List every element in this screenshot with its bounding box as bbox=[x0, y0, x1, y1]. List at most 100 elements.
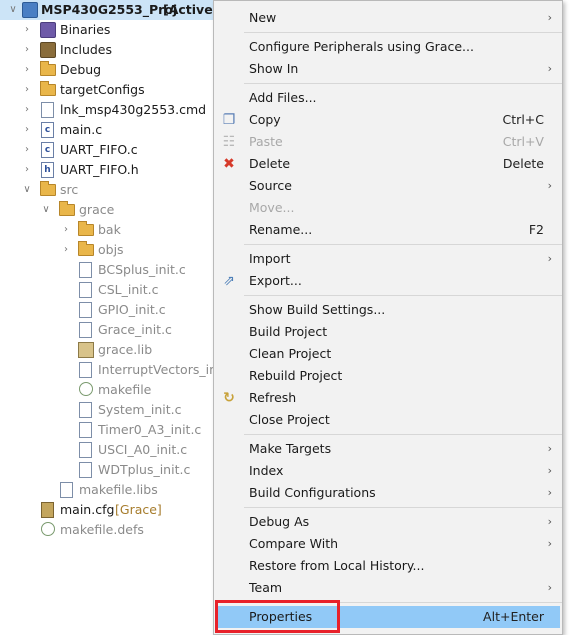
tree-item-label: main.c bbox=[60, 122, 103, 137]
menu-item-copy[interactable]: ❐ Copy Ctrl+C bbox=[216, 109, 560, 131]
submenu-arrow-icon: › bbox=[547, 442, 552, 455]
menu-item-configure-peripherals[interactable]: Configure Peripherals using Grace... bbox=[216, 36, 560, 58]
menu-item-close-project[interactable]: Close Project bbox=[216, 409, 560, 431]
menu-separator bbox=[244, 295, 562, 296]
menu-item-label: Source bbox=[249, 178, 292, 193]
menu-item-label: Delete bbox=[249, 156, 291, 171]
menu-item-restore-local-history[interactable]: Restore from Local History... bbox=[216, 555, 560, 577]
menu-item-compare-with[interactable]: Compare With › bbox=[216, 533, 560, 555]
submenu-arrow-icon: › bbox=[547, 486, 552, 499]
menu-item-label: Build Configurations bbox=[249, 485, 376, 500]
tree-item-label: main.cfg bbox=[60, 502, 115, 517]
menu-item-label: Build Project bbox=[249, 324, 328, 339]
tree-item-decoration: [Grace] bbox=[115, 502, 162, 517]
menu-item-debug-as[interactable]: Debug As › bbox=[216, 511, 560, 533]
tree-item-label: objs bbox=[98, 242, 124, 257]
menu-item-label: Copy bbox=[249, 112, 281, 127]
menu-item-delete[interactable]: ✖ Delete Delete bbox=[216, 153, 560, 175]
c-source-file-icon bbox=[79, 462, 92, 478]
menu-item-paste[interactable]: ☷ Paste Ctrl+V bbox=[216, 131, 560, 153]
menu-item-refresh[interactable]: ↻ Refresh bbox=[216, 387, 560, 409]
tree-item-label: makefile.libs bbox=[79, 482, 158, 497]
submenu-arrow-icon: › bbox=[547, 581, 552, 594]
file-icon bbox=[41, 102, 54, 118]
library-file-icon bbox=[78, 342, 94, 358]
menu-item-export[interactable]: ⇗ Export... bbox=[216, 270, 560, 292]
menu-item-add-files[interactable]: Add Files... bbox=[216, 87, 560, 109]
c-source-file-icon bbox=[79, 262, 92, 278]
tree-item-label: Grace_init.c bbox=[98, 322, 172, 337]
paste-icon: ☷ bbox=[222, 134, 236, 150]
submenu-arrow-icon: › bbox=[547, 515, 552, 528]
c-source-file-icon bbox=[79, 362, 92, 378]
menu-separator bbox=[244, 244, 562, 245]
tree-item-label: bak bbox=[98, 222, 121, 237]
menu-item-label: Export... bbox=[249, 273, 302, 288]
chevron-right-icon[interactable]: › bbox=[61, 240, 71, 260]
c-source-file-icon bbox=[79, 322, 92, 338]
menu-item-rename[interactable]: Rename... F2 bbox=[216, 219, 560, 241]
chevron-right-icon[interactable]: › bbox=[22, 120, 32, 140]
tree-item-label: src bbox=[60, 182, 79, 197]
tree-item-label: makefile bbox=[98, 382, 152, 397]
chevron-right-icon[interactable]: › bbox=[22, 160, 32, 180]
tree-item-label: UART_FIFO.c bbox=[60, 142, 138, 157]
submenu-arrow-icon: › bbox=[547, 62, 552, 75]
c-source-file-icon bbox=[79, 282, 92, 298]
menu-item-label: Paste bbox=[249, 134, 283, 149]
chevron-right-icon[interactable]: › bbox=[22, 100, 32, 120]
menu-item-build-configurations[interactable]: Build Configurations › bbox=[216, 482, 560, 504]
tree-item-label: Debug bbox=[60, 62, 102, 77]
tree-item-label: Timer0_A3_init.c bbox=[98, 422, 202, 437]
makefile-icon bbox=[79, 382, 93, 396]
menu-separator bbox=[244, 83, 562, 84]
menu-item-label: Make Targets bbox=[249, 441, 332, 456]
delete-icon: ✖ bbox=[223, 156, 235, 172]
menu-item-label: Configure Peripherals using Grace... bbox=[249, 39, 474, 54]
chevron-right-icon[interactable]: › bbox=[22, 80, 32, 100]
tree-item-project[interactable]: ∨ MSP430G2553_Proj [Active - bbox=[0, 0, 240, 20]
menu-item-index[interactable]: Index › bbox=[216, 460, 560, 482]
tree-item-label: makefile.defs bbox=[60, 522, 144, 537]
tree-item-label: Binaries bbox=[60, 22, 111, 37]
menu-item-source[interactable]: Source › bbox=[216, 175, 560, 197]
menu-item-show-in[interactable]: Show In › bbox=[216, 58, 560, 80]
chevron-right-icon[interactable]: › bbox=[22, 20, 32, 40]
menu-separator bbox=[244, 507, 562, 508]
folder-icon bbox=[40, 181, 56, 196]
menu-item-label: Index bbox=[249, 463, 284, 478]
menu-item-make-targets[interactable]: Make Targets › bbox=[216, 438, 560, 460]
chevron-right-icon[interactable]: › bbox=[22, 40, 32, 60]
submenu-arrow-icon: › bbox=[547, 252, 552, 265]
chevron-right-icon[interactable]: › bbox=[22, 140, 32, 160]
chevron-down-icon[interactable]: ∨ bbox=[41, 200, 51, 220]
folder-icon bbox=[40, 61, 56, 76]
menu-item-show-build-settings[interactable]: Show Build Settings... bbox=[216, 299, 560, 321]
menu-item-team[interactable]: Team › bbox=[216, 577, 560, 599]
menu-item-move[interactable]: Move... bbox=[216, 197, 560, 219]
menu-item-new[interactable]: New › bbox=[216, 7, 560, 29]
c-source-file-icon: c bbox=[41, 122, 54, 138]
menu-item-label: Restore from Local History... bbox=[249, 558, 425, 573]
folder-icon bbox=[40, 81, 56, 96]
menu-item-label: New bbox=[249, 10, 277, 25]
menu-item-label: Import bbox=[249, 251, 291, 266]
tree-item-label: lnk_msp430g2553.cmd bbox=[60, 102, 207, 117]
tree-item-label: grace.lib bbox=[98, 342, 153, 357]
chevron-right-icon[interactable]: › bbox=[22, 60, 32, 80]
tree-item-label: WDTplus_init.c bbox=[98, 462, 191, 477]
menu-item-import[interactable]: Import › bbox=[216, 248, 560, 270]
menu-item-clean-project[interactable]: Clean Project bbox=[216, 343, 560, 365]
submenu-arrow-icon: › bbox=[547, 464, 552, 477]
menu-item-label: Rename... bbox=[249, 222, 313, 237]
chevron-down-icon[interactable]: ∨ bbox=[22, 180, 32, 200]
config-file-icon bbox=[41, 502, 54, 518]
menu-item-build-project[interactable]: Build Project bbox=[216, 321, 560, 343]
folder-icon bbox=[59, 201, 75, 216]
chevron-right-icon[interactable]: › bbox=[61, 220, 71, 240]
project-icon bbox=[22, 2, 38, 18]
menu-item-rebuild-project[interactable]: Rebuild Project bbox=[216, 365, 560, 387]
tree-item-label: CSL_init.c bbox=[98, 282, 159, 297]
refresh-icon: ↻ bbox=[223, 390, 235, 406]
chevron-down-icon[interactable]: ∨ bbox=[8, 0, 18, 20]
